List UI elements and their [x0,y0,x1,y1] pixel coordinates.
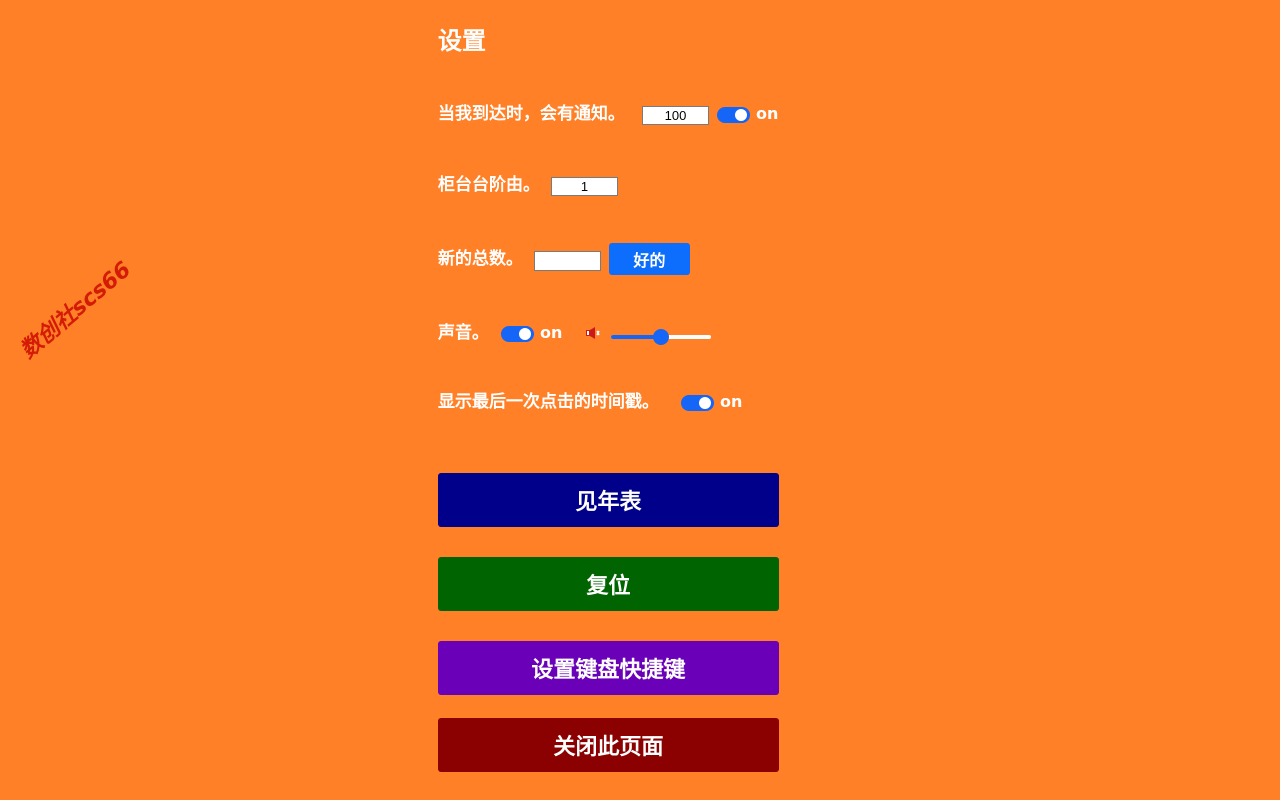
timestamp-toggle[interactable] [681,395,714,411]
sound-toggle-state: on [540,323,563,342]
notify-toggle[interactable] [717,107,750,123]
new-total-label: 新的总数。 [438,249,523,269]
page-title: 设置 [438,27,486,55]
counter-step-input[interactable] [551,177,618,196]
keyboard-shortcuts-button[interactable]: 设置键盘快捷键 [438,641,779,695]
toggle-knob [735,109,747,121]
sound-toggle[interactable] [501,326,534,342]
toggle-knob [519,328,531,340]
volume-slider[interactable] [611,329,711,345]
timestamp-toggle-state: on [720,392,743,411]
notify-label: 当我到达时，会有通知。 [438,104,625,124]
counter-step-label: 柜台台阶由。 [438,175,540,195]
notify-toggle-state: on [756,104,779,123]
new-total-input[interactable] [534,251,601,271]
sound-label: 声音。 [438,323,489,343]
timestamp-label: 显示最后一次点击的时间戳。 [438,392,659,412]
toggle-knob [699,397,711,409]
volume-slider-thumb[interactable] [653,329,669,345]
close-page-button[interactable]: 关闭此页面 [438,718,779,772]
reset-button[interactable]: 复位 [438,557,779,611]
watermark: 数创社scs66 [15,257,137,364]
speaker-icon [586,327,600,339]
ok-button[interactable]: 好的 [609,243,690,275]
year-table-button[interactable]: 见年表 [438,473,779,527]
notify-count-input[interactable] [642,106,709,125]
